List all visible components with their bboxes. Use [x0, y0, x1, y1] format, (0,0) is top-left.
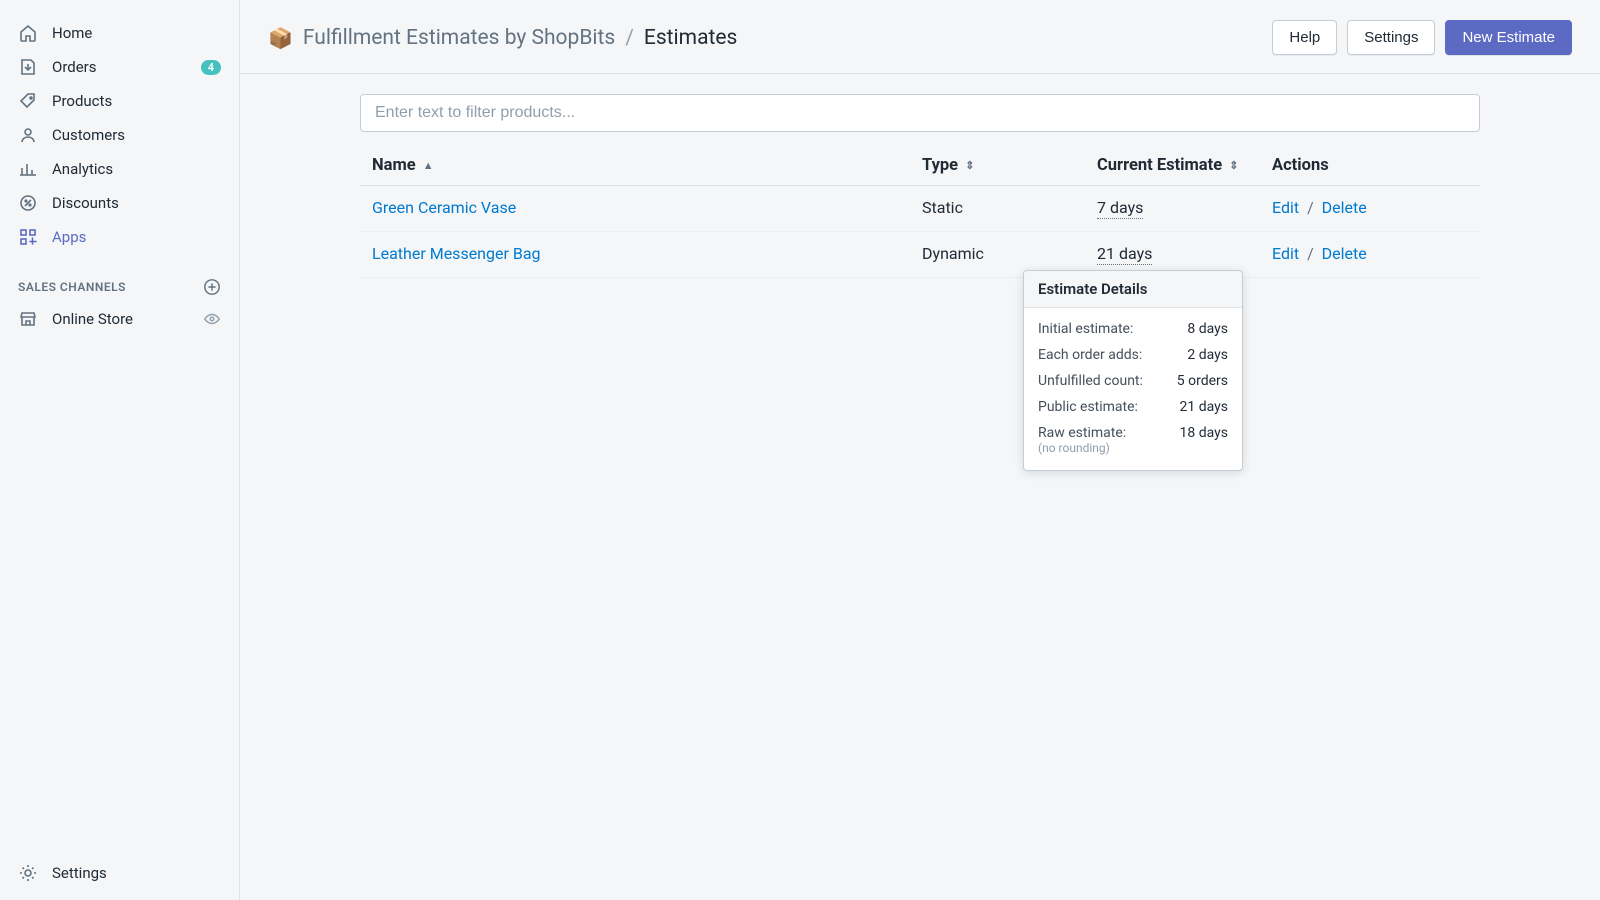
page-header: 📦 Fulfillment Estimates by ShopBits / Es… — [240, 0, 1600, 74]
sidebar-item-label: Home — [52, 24, 92, 42]
header-actions: Help Settings New Estimate — [1272, 20, 1572, 55]
edit-link[interactable]: Edit — [1272, 198, 1299, 217]
breadcrumb-page: Estimates — [644, 26, 737, 50]
sort-neutral-icon: ⇕ — [965, 159, 974, 172]
sort-neutral-icon: ⇕ — [1229, 159, 1238, 172]
sidebar-item-home[interactable]: Home — [8, 16, 231, 50]
user-icon — [18, 125, 38, 145]
main-content: 📦 Fulfillment Estimates by ShopBits / Es… — [240, 0, 1600, 900]
edit-link[interactable]: Edit — [1272, 244, 1299, 263]
sidebar-item-label: Apps — [52, 228, 86, 246]
sidebar-item-label: Discounts — [52, 194, 119, 212]
delete-link[interactable]: Delete — [1322, 244, 1367, 263]
sidebar-section-sales-channels: SALES CHANNELS — [0, 260, 239, 302]
estimate-cell[interactable]: 21 days — [1097, 244, 1152, 265]
sidebar-item-label: Products — [52, 92, 112, 110]
store-icon — [18, 309, 38, 329]
delete-link[interactable]: Delete — [1322, 198, 1367, 217]
tooltip-row: Raw estimate: (no rounding) 18 days — [1038, 420, 1228, 460]
sidebar-item-analytics[interactable]: Analytics — [8, 152, 231, 186]
sidebar: Home Orders 4 Products Customers — [0, 0, 240, 900]
estimates-table: Name ▲ Type ⇕ Current Estimate ⇕ — [360, 146, 1480, 278]
sidebar-item-settings[interactable]: Settings — [8, 856, 231, 890]
discount-icon — [18, 193, 38, 213]
estimate-cell[interactable]: 7 days — [1097, 198, 1143, 219]
sidebar-item-discounts[interactable]: Discounts — [8, 186, 231, 220]
apps-icon — [18, 227, 38, 247]
sidebar-item-orders[interactable]: Orders 4 — [8, 50, 231, 84]
breadcrumb-app[interactable]: Fulfillment Estimates by ShopBits — [303, 26, 615, 50]
tooltip-row: Initial estimate: 8 days — [1038, 316, 1228, 342]
sort-asc-icon: ▲ — [423, 159, 434, 172]
home-icon — [18, 23, 38, 43]
tag-icon — [18, 91, 38, 111]
channel-label: Online Store — [52, 310, 133, 328]
action-sep: / — [1307, 198, 1314, 217]
sidebar-item-label: Settings — [52, 864, 107, 882]
column-header-estimate[interactable]: Current Estimate ⇕ — [1085, 146, 1260, 186]
gear-icon — [18, 863, 38, 883]
filter-products-input[interactable] — [360, 94, 1480, 132]
sidebar-item-label: Orders — [52, 58, 97, 76]
sidebar-item-label: Customers — [52, 126, 125, 144]
bar-chart-icon — [18, 159, 38, 179]
breadcrumb-sep: / — [625, 26, 634, 50]
help-button[interactable]: Help — [1272, 20, 1337, 55]
product-name-link[interactable]: Leather Messenger Bag — [372, 244, 541, 263]
sidebar-section-label: SALES CHANNELS — [18, 280, 126, 294]
tooltip-row: Public estimate: 21 days — [1038, 394, 1228, 420]
tooltip-row: Each order adds: 2 days — [1038, 342, 1228, 368]
add-channel-button[interactable] — [203, 278, 221, 296]
estimate-tooltip: Estimate Details Initial estimate: 8 day… — [1023, 270, 1243, 471]
package-icon: 📦 — [268, 26, 293, 50]
table-row: Green Ceramic Vase Static 7 days Edit / … — [360, 186, 1480, 232]
sidebar-item-customers[interactable]: Customers — [8, 118, 231, 152]
orders-badge: 4 — [201, 60, 221, 75]
action-sep: / — [1307, 244, 1314, 263]
type-cell: Static — [910, 186, 1085, 232]
settings-button[interactable]: Settings — [1347, 20, 1435, 55]
tooltip-title: Estimate Details — [1024, 271, 1242, 308]
sidebar-item-products[interactable]: Products — [8, 84, 231, 118]
inbox-icon — [18, 57, 38, 77]
column-header-type[interactable]: Type ⇕ — [910, 146, 1085, 186]
preview-store-button[interactable] — [203, 310, 221, 328]
tooltip-row: Unfulfilled count: 5 orders — [1038, 368, 1228, 394]
channel-online-store[interactable]: Online Store — [0, 302, 239, 336]
product-name-link[interactable]: Green Ceramic Vase — [372, 198, 516, 217]
table-row: Leather Messenger Bag Dynamic 21 days Es… — [360, 232, 1480, 278]
new-estimate-button[interactable]: New Estimate — [1445, 20, 1572, 55]
sidebar-item-apps[interactable]: Apps — [8, 220, 231, 254]
column-header-actions: Actions — [1260, 146, 1480, 186]
breadcrumb: 📦 Fulfillment Estimates by ShopBits / Es… — [268, 26, 737, 50]
column-header-name[interactable]: Name ▲ — [360, 146, 910, 186]
sidebar-item-label: Analytics — [52, 160, 113, 178]
